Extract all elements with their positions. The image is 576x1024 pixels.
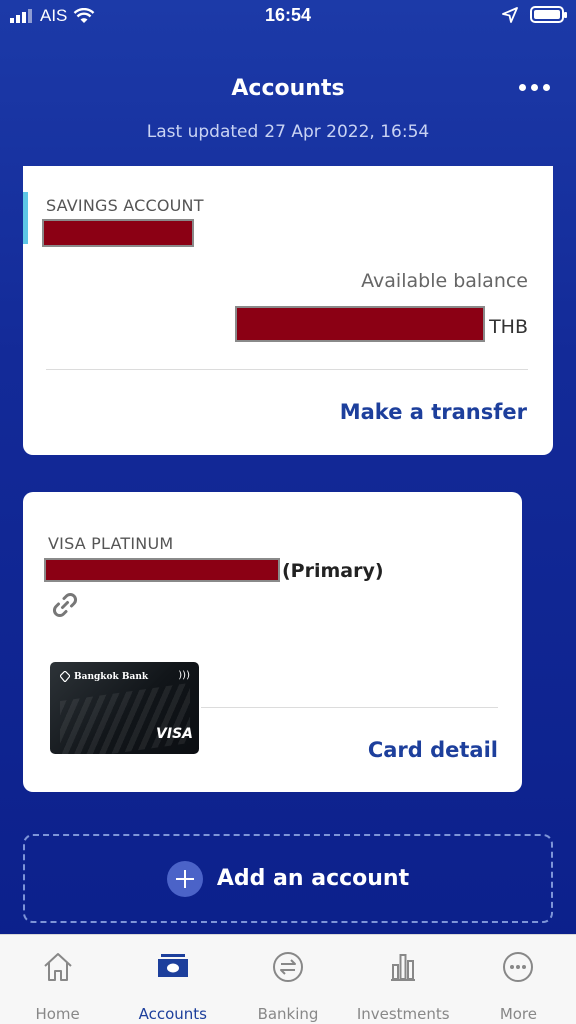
- tab-label: Accounts: [138, 1005, 207, 1023]
- status-right: [502, 6, 567, 23]
- redacted-balance: [235, 306, 485, 342]
- credit-card-image[interactable]: Bangkok Bank ))) VISA: [50, 662, 199, 754]
- dot-icon: [543, 84, 550, 91]
- tab-banking[interactable]: Banking: [230, 935, 345, 1024]
- visa-logo: VISA: [156, 726, 193, 742]
- primary-badge: (Primary): [282, 560, 384, 582]
- visa-card-panel[interactable]: VISA PLATINUM (Primary) Bangkok Bank )))…: [23, 492, 522, 792]
- redacted-card-number: [44, 558, 280, 582]
- plus-icon: [166, 860, 203, 897]
- redacted-account-number: [42, 219, 194, 247]
- battery-icon: [530, 6, 567, 23]
- last-updated: Last updated 27 Apr 2022, 16:54: [0, 122, 576, 142]
- status-time: 16:54: [264, 5, 312, 25]
- card-type: VISA PLATINUM: [48, 534, 174, 553]
- make-transfer-link[interactable]: Make a transfer: [340, 400, 527, 424]
- tab-accounts[interactable]: Accounts: [115, 935, 230, 1024]
- tab-label: Investments: [356, 1005, 450, 1023]
- account-accent-bar: [23, 192, 28, 244]
- account-type: SAVINGS ACCOUNT: [46, 196, 204, 215]
- add-account-button[interactable]: Add an account: [23, 834, 553, 923]
- bar-chart-icon: [391, 954, 416, 981]
- page-title: Accounts: [231, 76, 345, 101]
- tab-label: More: [499, 1005, 537, 1023]
- more-options-button[interactable]: [519, 84, 550, 91]
- card-bank-name: Bangkok Bank: [60, 671, 148, 682]
- status-bar: AIS 16:54: [0, 0, 576, 34]
- balance-currency: THB: [489, 316, 528, 338]
- home-icon: [43, 953, 72, 981]
- last-updated-value: 27 Apr 2022, 16:54: [264, 122, 430, 142]
- divider: [46, 369, 528, 370]
- transfer-icon: [273, 952, 303, 982]
- contactless-icon: ))): [178, 670, 190, 681]
- bottom-tab-bar: Home Accounts Banking Investments More: [0, 934, 576, 1024]
- bank-logo-icon: [60, 671, 70, 682]
- tab-label: Home: [35, 1005, 80, 1023]
- tab-home[interactable]: Home: [0, 935, 115, 1024]
- dot-icon: [531, 84, 538, 91]
- savings-account-card[interactable]: SAVINGS ACCOUNT Available balance THB Ma…: [23, 166, 553, 455]
- location-arrow-icon: [502, 6, 518, 23]
- last-updated-label: Last updated: [146, 122, 259, 142]
- add-account-label: Add an account: [216, 866, 410, 891]
- divider: [201, 707, 498, 708]
- available-balance-label: Available balance: [361, 270, 528, 292]
- more-icon: [503, 952, 534, 982]
- dot-icon: [519, 84, 526, 91]
- card-detail-link[interactable]: Card detail: [368, 738, 498, 762]
- tab-more[interactable]: More: [461, 935, 576, 1024]
- tab-label: Banking: [257, 1005, 319, 1023]
- link-icon[interactable]: [50, 590, 80, 620]
- wallet-icon: [157, 954, 188, 977]
- tab-investments[interactable]: Investments: [346, 935, 461, 1024]
